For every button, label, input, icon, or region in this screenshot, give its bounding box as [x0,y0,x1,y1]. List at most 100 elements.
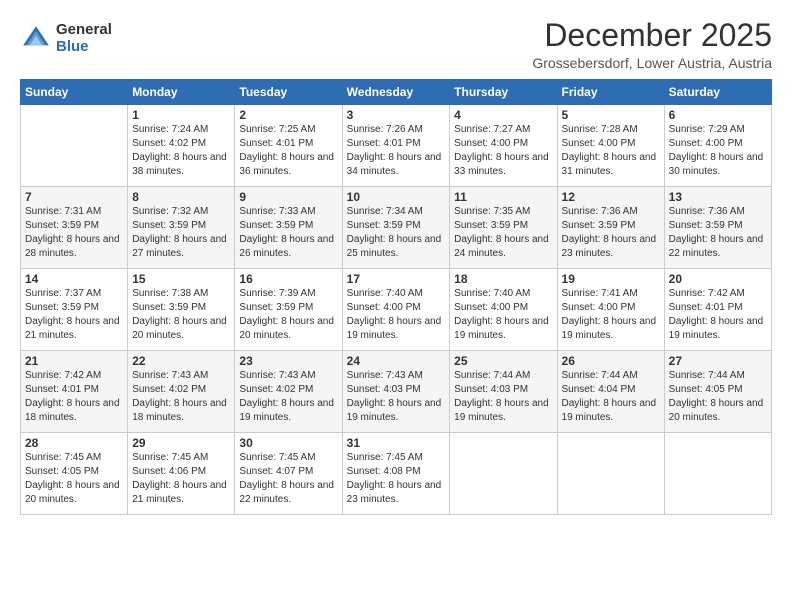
day-number: 13 [669,190,767,204]
day-number: 8 [132,190,230,204]
day-info: Sunrise: 7:44 AMSunset: 4:04 PMDaylight:… [562,370,657,423]
day-number: 31 [347,436,446,450]
col-header-sunday: Sunday [21,80,128,105]
day-info: Sunrise: 7:31 AMSunset: 3:59 PMDaylight:… [25,206,120,259]
day-number: 26 [562,354,660,368]
logo-icon [20,23,52,55]
day-number: 5 [562,108,660,122]
day-number: 27 [669,354,767,368]
day-info: Sunrise: 7:37 AMSunset: 3:59 PMDaylight:… [25,288,120,341]
day-cell: 23 Sunrise: 7:43 AMSunset: 4:02 PMDaylig… [235,351,342,433]
logo-text: General Blue [56,22,112,55]
day-cell: 14 Sunrise: 7:37 AMSunset: 3:59 PMDaylig… [21,269,128,351]
day-info: Sunrise: 7:38 AMSunset: 3:59 PMDaylight:… [132,288,227,341]
day-cell: 28 Sunrise: 7:45 AMSunset: 4:05 PMDaylig… [21,433,128,515]
day-info: Sunrise: 7:29 AMSunset: 4:00 PMDaylight:… [669,124,764,177]
day-number: 29 [132,436,230,450]
day-info: Sunrise: 7:44 AMSunset: 4:05 PMDaylight:… [669,370,764,423]
day-cell: 8 Sunrise: 7:32 AMSunset: 3:59 PMDayligh… [128,187,235,269]
day-info: Sunrise: 7:26 AMSunset: 4:01 PMDaylight:… [347,124,442,177]
day-info: Sunrise: 7:45 AMSunset: 4:06 PMDaylight:… [132,452,227,505]
logo: General Blue [20,22,112,55]
day-info: Sunrise: 7:27 AMSunset: 4:00 PMDaylight:… [454,124,549,177]
day-cell [664,433,771,515]
day-cell: 13 Sunrise: 7:36 AMSunset: 3:59 PMDaylig… [664,187,771,269]
day-cell: 12 Sunrise: 7:36 AMSunset: 3:59 PMDaylig… [557,187,664,269]
day-cell: 26 Sunrise: 7:44 AMSunset: 4:04 PMDaylig… [557,351,664,433]
day-number: 23 [239,354,337,368]
day-number: 19 [562,272,660,286]
day-cell: 5 Sunrise: 7:28 AMSunset: 4:00 PMDayligh… [557,105,664,187]
calendar-header-row: SundayMondayTuesdayWednesdayThursdayFrid… [21,80,772,105]
day-info: Sunrise: 7:41 AMSunset: 4:00 PMDaylight:… [562,288,657,341]
col-header-wednesday: Wednesday [342,80,450,105]
page: General Blue December 2025 Grossebersdor… [0,0,792,612]
day-number: 7 [25,190,123,204]
day-cell [450,433,557,515]
day-info: Sunrise: 7:42 AMSunset: 4:01 PMDaylight:… [25,370,120,423]
day-cell: 16 Sunrise: 7:39 AMSunset: 3:59 PMDaylig… [235,269,342,351]
day-info: Sunrise: 7:24 AMSunset: 4:02 PMDaylight:… [132,124,227,177]
day-cell: 22 Sunrise: 7:43 AMSunset: 4:02 PMDaylig… [128,351,235,433]
day-info: Sunrise: 7:34 AMSunset: 3:59 PMDaylight:… [347,206,442,259]
day-cell: 30 Sunrise: 7:45 AMSunset: 4:07 PMDaylig… [235,433,342,515]
day-info: Sunrise: 7:43 AMSunset: 4:02 PMDaylight:… [239,370,334,423]
day-cell: 10 Sunrise: 7:34 AMSunset: 3:59 PMDaylig… [342,187,450,269]
day-cell [557,433,664,515]
calendar-table: SundayMondayTuesdayWednesdayThursdayFrid… [20,79,772,515]
day-number: 28 [25,436,123,450]
day-info: Sunrise: 7:33 AMSunset: 3:59 PMDaylight:… [239,206,334,259]
week-row-2: 7 Sunrise: 7:31 AMSunset: 3:59 PMDayligh… [21,187,772,269]
week-row-1: 1 Sunrise: 7:24 AMSunset: 4:02 PMDayligh… [21,105,772,187]
day-number: 24 [347,354,446,368]
logo-blue-text: Blue [56,39,112,56]
day-cell: 11 Sunrise: 7:35 AMSunset: 3:59 PMDaylig… [450,187,557,269]
day-number: 20 [669,272,767,286]
day-number: 16 [239,272,337,286]
day-info: Sunrise: 7:39 AMSunset: 3:59 PMDaylight:… [239,288,334,341]
col-header-tuesday: Tuesday [235,80,342,105]
day-info: Sunrise: 7:42 AMSunset: 4:01 PMDaylight:… [669,288,764,341]
day-info: Sunrise: 7:45 AMSunset: 4:08 PMDaylight:… [347,452,442,505]
day-number: 18 [454,272,552,286]
day-info: Sunrise: 7:40 AMSunset: 4:00 PMDaylight:… [347,288,442,341]
logo-general-text: General [56,22,112,39]
day-cell: 21 Sunrise: 7:42 AMSunset: 4:01 PMDaylig… [21,351,128,433]
day-number: 4 [454,108,552,122]
col-header-monday: Monday [128,80,235,105]
day-number: 12 [562,190,660,204]
day-cell: 7 Sunrise: 7:31 AMSunset: 3:59 PMDayligh… [21,187,128,269]
day-cell: 25 Sunrise: 7:44 AMSunset: 4:03 PMDaylig… [450,351,557,433]
day-info: Sunrise: 7:28 AMSunset: 4:00 PMDaylight:… [562,124,657,177]
col-header-friday: Friday [557,80,664,105]
day-info: Sunrise: 7:44 AMSunset: 4:03 PMDaylight:… [454,370,549,423]
day-info: Sunrise: 7:45 AMSunset: 4:05 PMDaylight:… [25,452,120,505]
col-header-saturday: Saturday [664,80,771,105]
day-cell: 29 Sunrise: 7:45 AMSunset: 4:06 PMDaylig… [128,433,235,515]
day-number: 1 [132,108,230,122]
day-cell: 20 Sunrise: 7:42 AMSunset: 4:01 PMDaylig… [664,269,771,351]
day-cell: 4 Sunrise: 7:27 AMSunset: 4:00 PMDayligh… [450,105,557,187]
day-info: Sunrise: 7:43 AMSunset: 4:02 PMDaylight:… [132,370,227,423]
day-cell: 6 Sunrise: 7:29 AMSunset: 4:00 PMDayligh… [664,105,771,187]
week-row-4: 21 Sunrise: 7:42 AMSunset: 4:01 PMDaylig… [21,351,772,433]
week-row-3: 14 Sunrise: 7:37 AMSunset: 3:59 PMDaylig… [21,269,772,351]
day-cell: 31 Sunrise: 7:45 AMSunset: 4:08 PMDaylig… [342,433,450,515]
day-cell: 18 Sunrise: 7:40 AMSunset: 4:00 PMDaylig… [450,269,557,351]
location: Grossebersdorf, Lower Austria, Austria [532,55,772,71]
header: General Blue December 2025 Grossebersdor… [20,18,772,71]
day-number: 6 [669,108,767,122]
day-cell: 27 Sunrise: 7:44 AMSunset: 4:05 PMDaylig… [664,351,771,433]
title-section: December 2025 Grossebersdorf, Lower Aust… [532,18,772,71]
day-number: 14 [25,272,123,286]
day-info: Sunrise: 7:45 AMSunset: 4:07 PMDaylight:… [239,452,334,505]
day-info: Sunrise: 7:40 AMSunset: 4:00 PMDaylight:… [454,288,549,341]
day-info: Sunrise: 7:36 AMSunset: 3:59 PMDaylight:… [669,206,764,259]
col-header-thursday: Thursday [450,80,557,105]
day-cell: 15 Sunrise: 7:38 AMSunset: 3:59 PMDaylig… [128,269,235,351]
day-number: 21 [25,354,123,368]
day-cell: 1 Sunrise: 7:24 AMSunset: 4:02 PMDayligh… [128,105,235,187]
day-number: 17 [347,272,446,286]
day-number: 9 [239,190,337,204]
day-number: 15 [132,272,230,286]
